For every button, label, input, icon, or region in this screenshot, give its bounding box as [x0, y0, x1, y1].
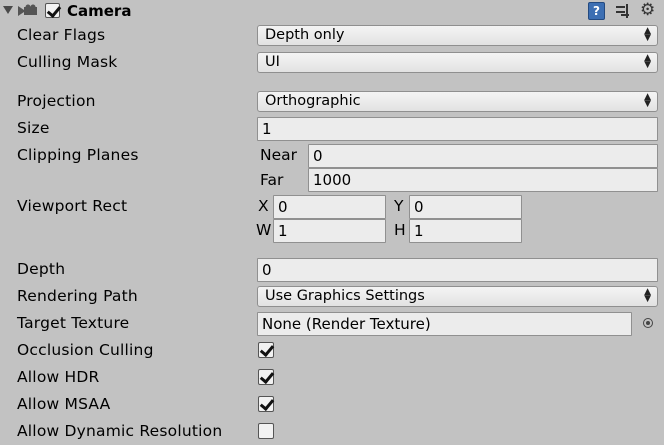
allow-msaa-checkbox[interactable] — [258, 395, 275, 412]
viewport-w-input[interactable]: 1 — [273, 219, 386, 243]
allow-hdr-label: Allow HDR — [17, 368, 100, 386]
camera-icon — [18, 4, 37, 16]
clear-flags-dropdown[interactable]: Depth only ▲ ▼ — [257, 25, 658, 46]
projection-label: Projection — [17, 92, 96, 110]
component-enabled-checkbox[interactable] — [45, 2, 62, 19]
occlusion-culling-label: Occlusion Culling — [17, 341, 154, 359]
depth-input[interactable]: 0 — [257, 258, 658, 282]
allow-dynamic-resolution-checkbox[interactable] — [258, 423, 274, 439]
component-title: Camera — [67, 2, 132, 20]
viewport-h-input[interactable]: 1 — [409, 219, 522, 243]
rendering-path-label: Rendering Path — [17, 287, 138, 305]
foldout-arrow-icon[interactable] — [3, 6, 13, 14]
size-label: Size — [17, 119, 50, 137]
near-label: Near — [260, 146, 298, 164]
culling-mask-dropdown[interactable]: UI ▲ ▼ — [257, 52, 658, 73]
allow-hdr-checkbox[interactable] — [258, 368, 275, 385]
size-input[interactable]: 1 — [257, 117, 658, 141]
viewport-rect-label: Viewport Rect — [17, 197, 128, 215]
component-header: Camera ? ⚙ — [0, 0, 664, 24]
projection-dropdown[interactable]: Orthographic ▲ ▼ — [257, 91, 658, 112]
viewport-w-label: W — [256, 221, 272, 239]
allow-dynamic-resolution-label: Allow Dynamic Resolution — [17, 422, 223, 440]
viewport-y-input[interactable]: 0 — [409, 195, 522, 219]
target-texture-field[interactable]: None (Render Texture) — [257, 312, 632, 336]
dropdown-arrows-icon: ▲ ▼ — [644, 287, 651, 304]
far-label: Far — [260, 171, 284, 189]
viewport-x-input[interactable]: 0 — [273, 195, 386, 219]
preset-icon[interactable] — [615, 3, 631, 19]
clear-flags-label: Clear Flags — [17, 26, 106, 44]
culling-mask-value: UI — [265, 54, 280, 70]
viewport-h-label: H — [394, 221, 406, 239]
far-input[interactable]: 1000 — [308, 168, 658, 192]
allow-msaa-label: Allow MSAA — [17, 395, 111, 413]
checkmark-icon — [259, 368, 275, 385]
depth-label: Depth — [17, 260, 66, 278]
object-picker-icon[interactable] — [643, 318, 653, 328]
near-input[interactable]: 0 — [308, 144, 658, 168]
culling-mask-label: Culling Mask — [17, 53, 118, 71]
dropdown-arrows-icon: ▲ ▼ — [644, 92, 651, 109]
gear-icon[interactable]: ⚙ — [640, 0, 655, 20]
viewport-y-label: Y — [394, 197, 404, 215]
checkmark-icon — [259, 395, 275, 412]
occlusion-culling-checkbox[interactable] — [258, 341, 275, 358]
target-texture-label: Target Texture — [17, 314, 130, 332]
clear-flags-value: Depth only — [265, 27, 345, 43]
viewport-x-label: X — [258, 197, 269, 215]
projection-value: Orthographic — [265, 93, 361, 109]
dropdown-arrows-icon: ▲ ▼ — [644, 53, 651, 70]
dropdown-arrows-icon: ▲ ▼ — [644, 26, 651, 43]
help-icon[interactable]: ? — [588, 2, 605, 20]
clipping-planes-label: Clipping Planes — [17, 146, 139, 164]
checkmark-icon — [259, 341, 275, 358]
rendering-path-value: Use Graphics Settings — [265, 288, 425, 304]
rendering-path-dropdown[interactable]: Use Graphics Settings ▲ ▼ — [257, 286, 658, 307]
